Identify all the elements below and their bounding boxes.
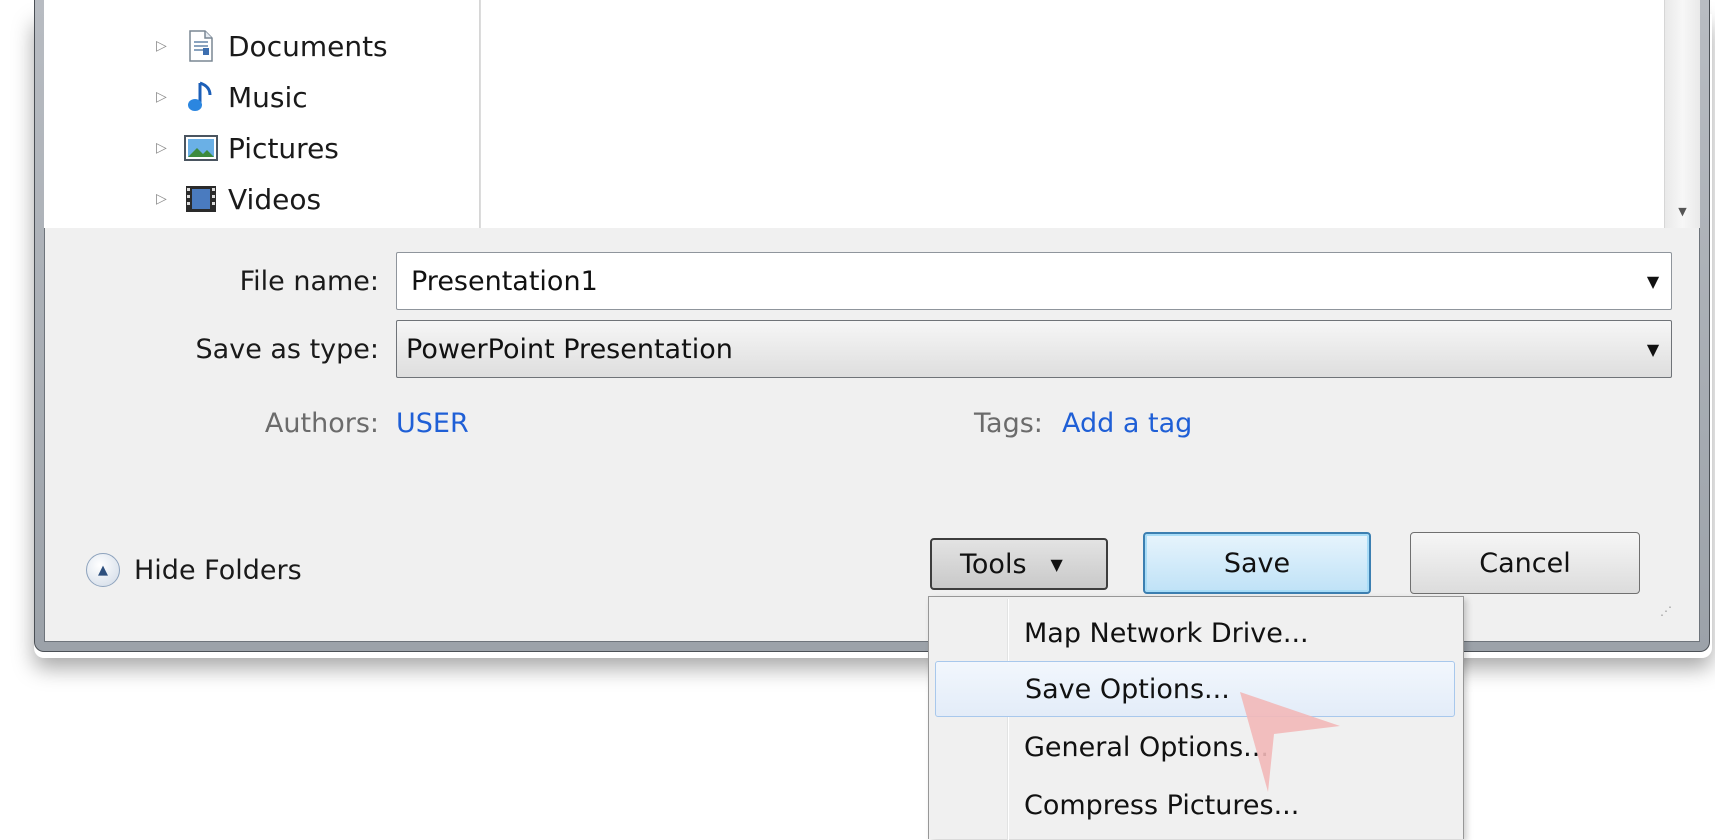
chevron-down-icon: ▼	[1050, 554, 1063, 574]
resize-grip-icon[interactable]: ⋰	[1660, 604, 1672, 618]
menu-item-compress-pictures[interactable]: Compress Pictures...	[935, 777, 1455, 833]
file-name-label: File name:	[239, 266, 379, 297]
tools-menu: Map Network Drive... Save Options... Gen…	[928, 596, 1464, 840]
authors-label: Authors:	[264, 408, 379, 439]
nav-item-label: Documents	[228, 29, 388, 63]
nav-item-videos[interactable]: ▷ Videos	[156, 175, 321, 223]
menu-item-general-options[interactable]: General Options...	[935, 719, 1455, 775]
pictures-icon	[184, 131, 218, 165]
chevron-up-icon: ▲	[86, 553, 120, 587]
hide-folders-label: Hide Folders	[134, 554, 302, 586]
save-type-value: PowerPoint Presentation	[406, 333, 733, 365]
tools-label: Tools	[960, 548, 1027, 580]
save-button[interactable]: Save	[1143, 532, 1371, 594]
save-type-select[interactable]: PowerPoint Presentation ▼	[396, 320, 1672, 378]
add-tag-link[interactable]: Add a tag	[1062, 408, 1192, 439]
expand-arrow-icon[interactable]: ▷	[156, 89, 174, 105]
nav-item-documents[interactable]: ▷ Documents	[156, 22, 388, 70]
navigation-pane[interactable]: ▷ Documents ▷ Music ▷ Pictures ▷ Videos	[44, 0, 524, 228]
expand-arrow-icon[interactable]: ▷	[156, 140, 174, 156]
documents-icon	[184, 29, 218, 63]
cancel-button[interactable]: Cancel	[1410, 532, 1640, 594]
authors-value[interactable]: USER	[396, 408, 469, 439]
expand-arrow-icon[interactable]: ▷	[156, 191, 174, 207]
hide-folders-button[interactable]: ▲ Hide Folders	[86, 546, 302, 594]
menu-item-label: Save Options...	[1025, 673, 1230, 705]
menu-item-label: Map Network Drive...	[1024, 617, 1309, 649]
music-icon	[184, 80, 218, 114]
file-list-scrollbar[interactable]: ▼	[1664, 0, 1700, 228]
scroll-down-icon[interactable]: ▼	[1678, 205, 1686, 218]
nav-item-label: Music	[228, 80, 308, 114]
file-name-value[interactable]: Presentation1	[397, 266, 1635, 297]
menu-item-map-network-drive[interactable]: Map Network Drive...	[935, 605, 1455, 661]
expand-arrow-icon[interactable]: ▷	[156, 38, 174, 54]
nav-item-music[interactable]: ▷ Music	[156, 73, 308, 121]
dropdown-arrow-icon[interactable]: ▼	[1635, 272, 1671, 291]
pointer-cursor-icon	[1240, 692, 1340, 792]
videos-icon	[184, 182, 218, 216]
menu-item-label: General Options...	[1024, 731, 1269, 763]
tags-label: Tags:	[974, 408, 1043, 439]
dropdown-arrow-icon[interactable]: ▼	[1635, 340, 1671, 359]
menu-item-save-options[interactable]: Save Options...	[935, 661, 1455, 717]
save-type-label: Save as type:	[195, 334, 379, 365]
nav-item-label: Pictures	[228, 131, 339, 165]
nav-item-label: Videos	[228, 182, 322, 216]
file-name-field[interactable]: Presentation1 ▼	[396, 252, 1672, 310]
nav-item-pictures[interactable]: ▷ Pictures	[156, 124, 339, 172]
tools-button[interactable]: Tools ▼	[930, 538, 1108, 590]
file-list-pane[interactable]: ▼	[480, 0, 1700, 228]
